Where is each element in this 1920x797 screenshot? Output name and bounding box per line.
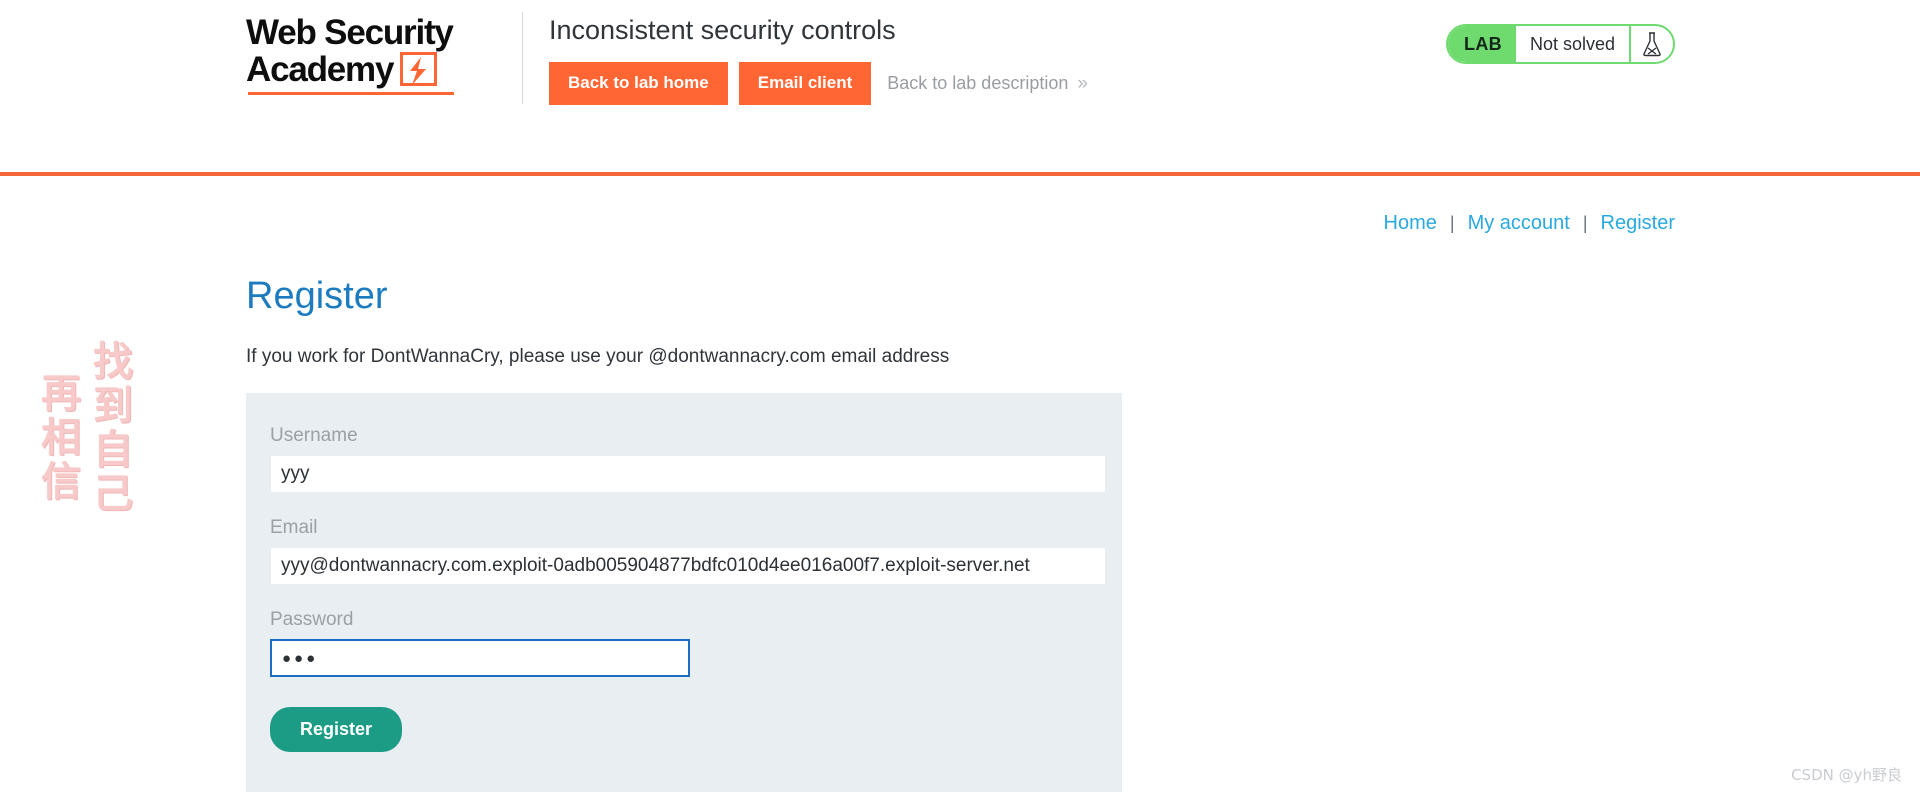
- site-nav-separator-2: |: [1582, 213, 1588, 233]
- logo-underline: [248, 92, 454, 95]
- header-divider: [522, 12, 523, 104]
- site-nav-item-my-account[interactable]: My account: [1468, 212, 1570, 235]
- lab-status-widget[interactable]: LAB Not solved: [1446, 24, 1675, 64]
- main-content: Register If you work for DontWannaCry, p…: [246, 275, 1122, 792]
- watermark-column-left: 再相信: [34, 372, 80, 504]
- logo-line-2-row: Academy: [246, 51, 504, 88]
- field-spacer-1: [270, 497, 1098, 517]
- flask-icon: [1629, 26, 1673, 62]
- site-nav: Home | My account | Register: [1384, 212, 1675, 235]
- page-title: Register: [246, 275, 388, 317]
- academy-header: Web Security Academy Inconsistent securi…: [0, 0, 1920, 172]
- site-nav-item-register[interactable]: Register: [1601, 212, 1675, 235]
- email-field-group: Email yyy@dontwannacry.com.exploit-0adb0…: [270, 517, 1106, 585]
- page-root: Web Security Academy Inconsistent securi…: [0, 0, 1920, 797]
- username-input[interactable]: yyy: [270, 455, 1106, 493]
- academy-header-inner: Web Security Academy Inconsistent securi…: [246, 8, 1088, 105]
- password-field-group: Password ●●●: [270, 609, 1098, 677]
- register-form: Username yyy Email yyy@dontwannacry.com.…: [246, 393, 1122, 792]
- lab-header-right: Inconsistent security controls Back to l…: [549, 8, 1088, 105]
- back-to-lab-description-link[interactable]: Back to lab description »: [887, 72, 1088, 95]
- username-field-group: Username yyy: [270, 425, 1106, 493]
- flask-glyph: [1643, 32, 1661, 57]
- email-label: Email: [270, 517, 318, 538]
- password-label: Password: [270, 609, 354, 630]
- username-label: Username: [270, 425, 358, 446]
- lightning-bolt-icon: [400, 52, 438, 86]
- lab-status-text: Not solved: [1529, 33, 1615, 54]
- lab-title: Inconsistent security controls: [549, 15, 896, 45]
- back-to-lab-description-label: Back to lab description: [887, 73, 1069, 93]
- lab-status-tag: LAB: [1448, 26, 1516, 62]
- decorative-chinese-watermark: 再相信 找到自己: [34, 340, 132, 516]
- email-input[interactable]: yyy@dontwannacry.com.exploit-0adb0059048…: [270, 547, 1106, 585]
- double-chevron-right-icon: »: [1077, 72, 1087, 94]
- back-to-lab-home-button[interactable]: Back to lab home: [549, 62, 728, 105]
- lab-links: Back to lab home Email client Back to la…: [549, 62, 1088, 105]
- lightning-bolt-glyph: [410, 57, 427, 85]
- logo-line-2: Academy: [246, 50, 394, 89]
- register-intro-text: If you work for DontWannaCry, please use…: [246, 346, 950, 367]
- logo-line-1: Web Security: [246, 13, 454, 52]
- register-submit-button[interactable]: Register: [270, 707, 403, 752]
- field-spacer-2: [270, 589, 1098, 609]
- site-nav-separator-1: |: [1449, 213, 1455, 233]
- email-client-button[interactable]: Email client: [738, 62, 872, 105]
- watermark-column-right: 找到自己: [86, 340, 132, 516]
- password-input[interactable]: ●●●: [270, 639, 690, 677]
- csdn-watermark: CSDN @yh野良: [1791, 766, 1902, 784]
- web-security-academy-logo[interactable]: Web Security Academy: [246, 8, 504, 95]
- header-orange-rule: [0, 172, 1920, 176]
- site-nav-item-home[interactable]: Home: [1384, 212, 1437, 235]
